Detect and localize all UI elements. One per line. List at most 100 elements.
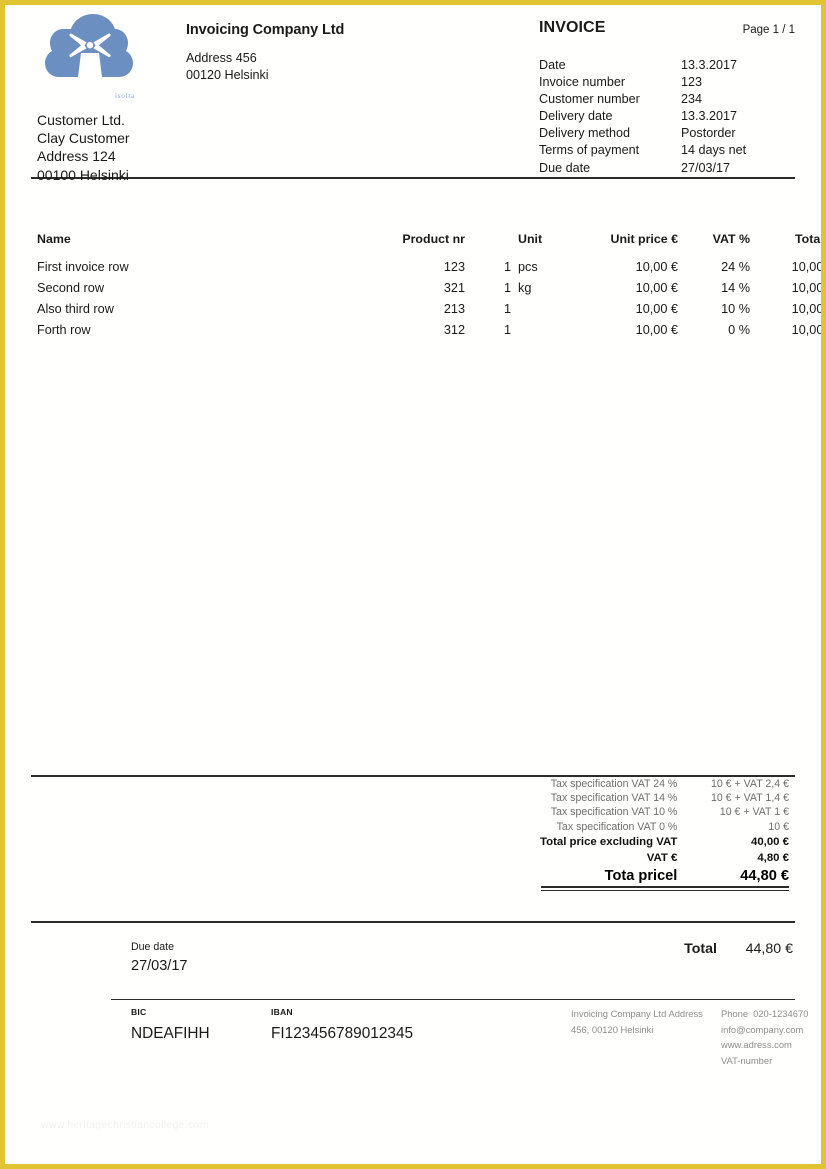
cell-unit-price: 10,00 €: [635, 301, 678, 316]
meta-value: 234: [681, 92, 703, 107]
footer-org-line-2: 456, 00120 Helsinki: [571, 1023, 654, 1035]
footer-phone-label: Phone: [721, 1008, 749, 1019]
document-type-title: INVOICE: [539, 19, 606, 36]
vat-amount-label: VAT €: [646, 852, 678, 865]
table-row: Second row 321 1 kg 10,00 € 14 % 10,00 €: [37, 278, 824, 299]
footer-contact-info: Phone 020-1234670 info@company.com www.ad…: [721, 1006, 821, 1068]
cell-unit-price: 10,00 €: [635, 260, 678, 275]
cell-quantity: 1: [503, 301, 511, 316]
cell-product-nr: 312: [443, 322, 465, 337]
cell-unit: [511, 319, 570, 340]
payment-footer: Due date 27/03/17 Total 44,80 € BIC NDEA…: [31, 921, 808, 1093]
meta-value: Postorder: [681, 126, 736, 141]
invoice-meta-rows: Date 13.3.2017 Invoice number 123 Custom…: [539, 57, 795, 177]
meta-label: Customer number: [539, 92, 640, 107]
customer-contact: Clay Customer: [37, 130, 130, 147]
grand-total-row: Tota pricel 44,80 €: [509, 865, 789, 886]
footer-phone-value: 020-1234670: [753, 1008, 809, 1019]
column-header-product-nr: Product nr: [402, 232, 465, 246]
footer-due-date-value: 27/03/17: [131, 958, 188, 974]
footer-email: info@company.com: [721, 1023, 804, 1035]
cell-vat: 14 %: [721, 281, 750, 296]
line-items-section: Name Product nr Unit Unit price € VAT % …: [31, 232, 821, 340]
footer-total-value: 44,80 €: [745, 941, 793, 957]
column-header-unit-price: Unit price €: [610, 232, 678, 246]
vat-amount-row: VAT € 4,80 €: [509, 849, 789, 865]
sender-company-block: Invoicing Company Ltd Address 456 00120 …: [186, 22, 506, 83]
cell-name: Also third row: [37, 301, 114, 316]
meta-row: Delivery method Postorder: [539, 125, 795, 142]
customer-street: Address 124: [37, 148, 116, 165]
column-header-total: Total €: [794, 232, 824, 246]
cell-name: Second row: [37, 281, 104, 296]
sender-company-name: Invoicing Company Ltd: [186, 22, 345, 38]
cell-unit: pcs: [518, 260, 538, 275]
meta-row: Due date 27/03/17: [539, 160, 795, 177]
meta-row: Customer number 234: [539, 91, 795, 108]
tax-spec-label: Tax specification VAT 10 %: [550, 806, 678, 819]
cell-quantity: 1: [503, 281, 511, 296]
meta-label: Delivery method: [539, 126, 630, 141]
customer-name: Customer Ltd.: [37, 112, 125, 128]
cell-unit-price: 10,00 €: [635, 322, 678, 337]
cell-unit: kg: [518, 281, 532, 296]
tax-spec-row: Tax specification VAT 24 % 10 € + VAT 2,…: [509, 777, 789, 791]
meta-label: Terms of payment: [539, 143, 640, 158]
column-header-name: Name: [37, 232, 71, 246]
meta-row: Date 13.3.2017: [539, 57, 795, 74]
cell-name: Forth row: [37, 322, 91, 337]
cell-unit: [511, 299, 570, 320]
tax-spec-row: Tax specification VAT 0 % 10 €: [509, 820, 789, 834]
tax-spec-value: 10 €: [768, 820, 789, 833]
invoice-sheet: isolta Invoicing Company Ltd Address 456…: [5, 5, 821, 1164]
tax-spec-label: Tax specification VAT 0 %: [556, 820, 678, 833]
meta-row: Invoice number 123: [539, 74, 795, 91]
tax-spec-value: 10 € + VAT 1,4 €: [710, 792, 789, 805]
footer-due-date-label: Due date: [131, 941, 174, 953]
meta-label: Delivery date: [539, 109, 613, 124]
meta-value: 14 days net: [681, 143, 747, 158]
invoice-title-row: INVOICE Page 1 / 1: [539, 19, 795, 51]
tax-spec-row: Tax specification VAT 14 % 10 € + VAT 1,…: [509, 791, 789, 805]
meta-row: Terms of payment 14 days net: [539, 142, 795, 159]
page-count-label: Page 1 / 1: [742, 24, 795, 36]
cell-total: 10,00 €: [791, 301, 824, 316]
bic-label: BIC: [131, 1007, 147, 1017]
cell-product-nr: 123: [443, 260, 465, 275]
vat-amount-value: 4,80 €: [757, 852, 789, 865]
total-excluding-vat-value: 40,00 €: [750, 836, 789, 849]
customer-address-block: Customer Ltd. Clay Customer Address 124 …: [37, 111, 130, 184]
iban-label: IBAN: [271, 1007, 293, 1017]
tax-spec-label: Tax specification VAT 24 %: [550, 778, 678, 791]
customer-city: 00100 Helsinki: [37, 166, 129, 183]
table-row: First invoice row 123 1 pcs 10,00 € 24 %…: [37, 257, 824, 278]
table-row: Also third row 213 1 10,00 € 10 % 10,00 …: [37, 299, 824, 320]
company-logo: isolta: [43, 13, 163, 100]
footer-org-info: Invoicing Company Ltd Address 456, 00120…: [571, 1006, 719, 1037]
windmill-cloud-logo-icon: [45, 14, 133, 77]
table-header-row: Name Product nr Unit Unit price € VAT % …: [37, 232, 824, 257]
meta-row: Delivery date 13.3.2017: [539, 108, 795, 125]
cell-total: 10,00 €: [791, 260, 824, 275]
tax-spec-row: Tax specification VAT 10 % 10 € + VAT 1 …: [509, 805, 789, 819]
column-header-unit-spacer: [465, 232, 511, 257]
table-row: Forth row 312 1 10,00 € 0 % 10,00 €: [37, 319, 824, 340]
cell-product-nr: 213: [443, 301, 465, 316]
cell-quantity: 1: [503, 322, 511, 337]
footer-website: www.adress.com: [721, 1039, 792, 1050]
cell-quantity: 1: [503, 260, 511, 275]
invoice-header: isolta Invoicing Company Ltd Address 456…: [31, 5, 795, 183]
cell-vat: 24 %: [721, 260, 750, 275]
cell-vat: 10 %: [721, 301, 750, 316]
grand-total-label: Tota pricel: [604, 868, 678, 885]
meta-label: Due date: [539, 160, 591, 175]
cell-name: First invoice row: [37, 260, 129, 275]
meta-value: 123: [681, 75, 703, 90]
bank-details-row: BIC NDEAFIHH IBAN FI123456789012345 Invo…: [31, 1000, 808, 1093]
logo-wordmark: isolta: [115, 91, 135, 100]
invoice-meta-block: INVOICE Page 1 / 1 Date 13.3.2017 Invoic…: [539, 19, 795, 177]
cell-total: 10,00 €: [791, 322, 824, 337]
tax-spec-label: Tax specification VAT 14 %: [550, 792, 678, 805]
cell-total: 10,00 €: [791, 281, 824, 296]
invoice-page: isolta Invoicing Company Ltd Address 456…: [0, 0, 826, 1169]
